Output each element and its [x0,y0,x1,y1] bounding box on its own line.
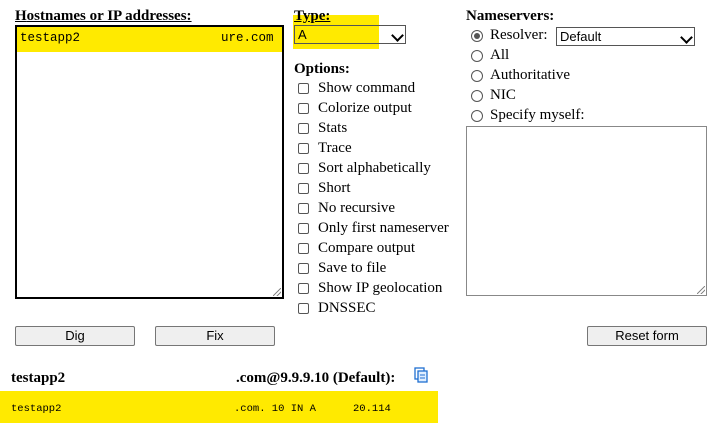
radio-button[interactable] [471,110,483,122]
resize-grip-icon[interactable] [697,286,705,294]
option-label: Save to file [318,260,387,276]
radio-button[interactable] [471,70,483,82]
chevron-down-icon [391,29,404,42]
checkbox[interactable] [298,163,309,174]
option-label: Short [318,180,351,196]
nameserver-option-label: Authoritative [490,67,570,83]
copy-icon[interactable] [413,367,429,384]
radio-button[interactable] [471,30,483,42]
checkbox[interactable] [298,203,309,214]
answer-highlight: testapp2 .com. 10 IN A 20.114 [0,391,438,423]
nameservers-textarea[interactable] [466,126,707,296]
checkbox[interactable] [298,103,309,114]
result-host: testapp2 [11,370,66,386]
option-label: Show IP geolocation [318,280,443,296]
answer-host: testapp2 [11,403,62,415]
option-label: Compare output [318,240,416,256]
option-label: DNSSEC [318,300,376,316]
radio-button[interactable] [471,50,483,62]
nameserver-option-label: All [490,47,510,63]
resolver-select-value: Default [560,29,602,44]
nameserver-option-label: NIC [490,87,516,103]
answer-ip: 20.114 [353,403,391,415]
hostnames-line-highlight: testapp2 ure.com [17,27,282,52]
hostnames-textarea[interactable]: testapp2 ure.com [15,25,284,299]
option-label: Only first nameserver [318,220,449,236]
resolver-select[interactable]: Default [556,27,695,46]
nameservers-label: Nameservers: [466,8,555,24]
checkbox[interactable] [298,263,309,274]
checkbox[interactable] [298,143,309,154]
radio-button[interactable] [471,90,483,102]
checkbox[interactable] [298,183,309,194]
options-label: Options: [294,61,350,77]
type-select-value: A [298,27,307,42]
option-label: Stats [318,120,348,136]
chevron-down-icon [680,31,693,44]
hostnames-line-left: testapp2 [20,31,81,45]
checkbox[interactable] [298,83,309,94]
resize-grip-icon[interactable] [273,288,281,296]
type-select[interactable]: A [294,25,406,44]
checkbox[interactable] [298,123,309,134]
option-label: Colorize output [318,100,412,116]
answer-record: .com. 10 IN A [234,403,316,415]
nameserver-option-label: Resolver: [490,27,548,43]
checkbox[interactable] [298,303,309,314]
result-server: .com@9.9.9.10 (Default): [236,370,396,386]
checkbox[interactable] [298,283,309,294]
nameserver-option-label: Specify myself: [490,107,585,123]
option-label: Sort alphabetically [318,160,431,176]
reset-form-button[interactable]: Reset form [587,326,707,346]
hostnames-line-right: ure.com [221,31,274,45]
option-label: Show command [318,80,416,96]
checkbox[interactable] [298,243,309,254]
option-label: Trace [318,140,352,156]
fix-button[interactable]: Fix [155,326,275,346]
option-label: No recursive [318,200,396,216]
dig-button[interactable]: Dig [15,326,135,346]
hostnames-label: Hostnames or IP addresses: [15,8,192,24]
type-label: Type: [294,8,331,24]
checkbox[interactable] [298,223,309,234]
